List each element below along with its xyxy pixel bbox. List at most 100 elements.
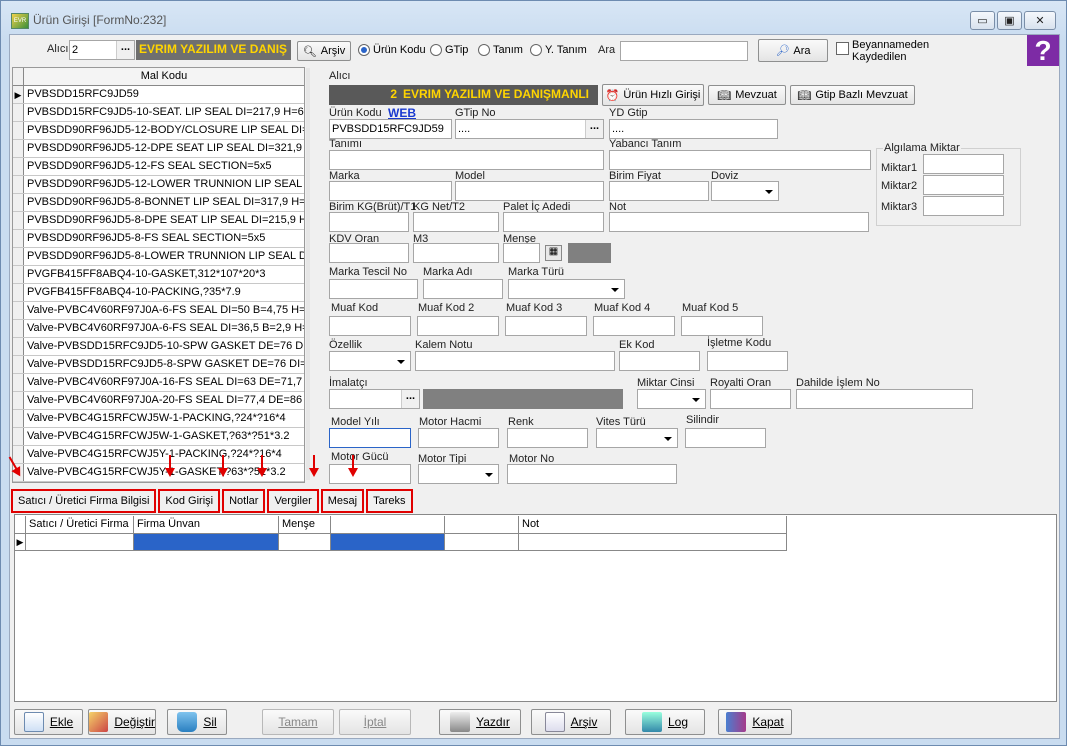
grid-cell-mal-kodu[interactable]: PVBSDD90RF96JD5-12-LOWER TRUNNION LIP SE… [24,176,304,193]
arsiv-top-button[interactable]: 🔍︎ Arşiv [297,41,351,61]
subgrid-header-mense[interactable]: Menşe [279,516,331,534]
vites-select[interactable] [596,428,678,448]
tab-satici-uretici[interactable]: Satıcı / Üretici Firma Bilgisi [11,489,157,513]
mense-input[interactable] [503,243,540,263]
grid-cell-mal-kodu[interactable]: Valve-PVBC4G15RFCWJ5W-1-GASKET,?63*?51*3… [24,428,304,445]
grid-cell-mal-kodu[interactable]: PVBSDD15RFC9JD5-10-SEAT. LIP SEAL DI=217… [24,104,304,121]
maximize-button[interactable]: ▣ [997,11,1022,30]
birim-kg-input[interactable] [329,212,409,232]
grid-cell-mal-kodu[interactable]: PVGFB415FF8ABQ4-10-GASKET,312*107*20*3 [24,266,304,283]
muaf-kod5-input[interactable] [681,316,763,336]
grid-row[interactable]: Valve-PVBC4V60RF97J0A-16-FS SEAL DI=63 D… [13,374,304,392]
subgrid-header-col4[interactable] [331,516,445,534]
subgrid-header-col5[interactable] [445,516,519,534]
grid-scrollbar[interactable] [306,68,310,480]
yd-gtip-input[interactable]: .... [609,119,778,139]
grid-cell-mal-kodu[interactable]: Valve-PVBC4G15RFCWJ5W-1-PACKING,?24*?16*… [24,410,304,427]
grid-row[interactable]: PVBSDD90RF96JD5-8-LOWER TRUNNION LIP SEA… [13,248,304,266]
grid-row[interactable]: Valve-PVBC4V60RF97J0A-6-FS SEAL DI=36,5 … [13,320,304,338]
tab-kod-girisi[interactable]: Kod Girişi [158,489,221,513]
tanimi-input[interactable] [329,150,604,170]
motor-hacmi-input[interactable] [418,428,499,448]
grid-row[interactable]: ▶ PVBSDD15RFC9JD59 [13,86,304,104]
grid-row[interactable]: PVBSDD90RF96JD5-12-FS SEAL SECTION=5x5 [13,158,304,176]
subgrid-cell[interactable] [26,534,134,551]
subgrid-header-firma-unvan[interactable]: Firma Ünvan [134,516,279,534]
subgrid-header-not[interactable]: Not [519,516,787,534]
birim-fiyat-input[interactable] [609,181,709,201]
tab-notlar[interactable]: Notlar [222,489,266,513]
grid-row[interactable]: Valve-PVBC4V60RF97J0A-20-FS SEAL DI=77,4… [13,392,304,410]
miktar3-input[interactable] [923,196,1004,216]
grid-row[interactable]: Valve-PVBC4G15RFCWJ5W-1-PACKING,?24*?16*… [13,410,304,428]
urun-kodu-input[interactable]: PVBSDD15RFC9JD59 [329,119,452,139]
ozellik-select[interactable] [329,351,411,371]
motor-tipi-select[interactable] [418,464,499,484]
grid-row[interactable]: PVBSDD90RF96JD5-8-BONNET LIP SEAL DI=317… [13,194,304,212]
subgrid-cell-selected[interactable] [134,534,279,551]
muaf-kod4-input[interactable] [593,316,675,336]
grid-cell-mal-kodu[interactable]: Valve-PVBSDD15RFC9JD5-10-SPW GASKET DE=7… [24,338,304,355]
muaf-kod2-input[interactable] [417,316,499,336]
kdv-input[interactable] [329,243,409,263]
dahilde-input[interactable] [796,389,973,409]
kapat-button[interactable]: Kapat [718,709,792,735]
ek-kod-input[interactable] [619,351,700,371]
grid-row[interactable]: PVBSDD90RF96JD5-12-BODY/CLOSURE LIP SEAL… [13,122,304,140]
grid-cell-mal-kodu[interactable]: PVBSDD90RF96JD5-8-BONNET LIP SEAL DI=317… [24,194,304,211]
grid-row[interactable]: PVGFB415FF8ABQ4-10-PACKING,?35*7.9 [13,284,304,302]
renk-input[interactable] [507,428,588,448]
tamam-button[interactable]: Tamam [262,709,334,735]
grid-cell-mal-kodu[interactable]: Valve-PVBC4V60RF97J0A-16-FS SEAL DI=63 D… [24,374,304,391]
grid-row[interactable]: PVBSDD90RF96JD5-8-DPE SEAT LIP SEAL DI=2… [13,212,304,230]
grid-row[interactable]: Valve-PVBC4V60RF97J0A-6-FS SEAL DI=50 B=… [13,302,304,320]
urun-hizli-girisi-button[interactable]: ⏰ Ürün Hızlı Girişi [602,84,704,106]
tab-vergiler[interactable]: Vergiler [267,489,319,513]
subgrid-cell-selected[interactable] [331,534,445,551]
search-input[interactable] [620,41,748,61]
yabanci-tanim-input[interactable] [609,150,871,170]
kalem-notu-input[interactable] [415,351,615,371]
yazdir-button[interactable]: Yazdır [439,709,521,735]
miktar2-input[interactable] [923,175,1004,195]
subgrid-cell[interactable] [519,534,787,551]
miktar1-input[interactable] [923,154,1004,174]
silindir-input[interactable] [685,428,766,448]
grid-row[interactable]: PVBSDD90RF96JD5-8-FS SEAL SECTION=5x5 [13,230,304,248]
calendar-icon[interactable]: ▦ [545,245,562,261]
subgrid-cell[interactable] [445,534,519,551]
minimize-button[interactable]: ▭ [970,11,995,30]
model-yili-input[interactable] [329,428,411,448]
marka-input[interactable] [329,181,452,201]
muaf-kod-input[interactable] [329,316,411,336]
grid-cell-mal-kodu[interactable]: PVBSDD90RF96JD5-8-LOWER TRUNNION LIP SEA… [24,248,304,265]
radio-tanim[interactable]: Tanım [478,44,523,56]
close-button[interactable]: ✕ [1024,11,1056,30]
kg-net-input[interactable] [413,212,499,232]
grid-cell-mal-kodu[interactable]: PVBSDD90RF96JD5-8-DPE SEAT LIP SEAL DI=2… [24,212,304,229]
palet-input[interactable] [503,212,604,232]
sil-button[interactable]: Sil [167,709,227,735]
mevzuat-button[interactable]: 📖︎ Mevzuat [708,85,786,105]
miktar-cinsi-select[interactable] [637,389,706,409]
radio-urun-kodu[interactable]: Ürün Kodu [358,44,426,56]
tab-mesaj[interactable]: Mesaj [320,489,365,513]
grid-cell-mal-kodu[interactable]: PVBSDD90RF96JD5-12-FS SEAL SECTION=5x5 [24,158,304,175]
model-input[interactable] [455,181,604,201]
grid-cell-mal-kodu[interactable]: PVBSDD15RFC9JD59 [24,86,304,103]
grid-cell-mal-kodu[interactable]: PVGFB415FF8ABQ4-10-PACKING,?35*7.9 [24,284,304,301]
gtip-bazli-mevzuat-button[interactable]: 📖︎ Gtip Bazlı Mevzuat [790,85,915,105]
alici-lookup-button[interactable]: ... [116,41,134,59]
grid-cell-mal-kodu[interactable]: Valve-PVBC4V60RF97J0A-6-FS SEAL DI=50 B=… [24,302,304,319]
arsiv-button[interactable]: Arşiv [531,709,611,735]
grid-cell-mal-kodu[interactable]: PVBSDD90RF96JD5-12-DPE SEAT LIP SEAL DI=… [24,140,304,157]
grid-cell-mal-kodu[interactable]: PVBSDD90RF96JD5-8-FS SEAL SECTION=5x5 [24,230,304,247]
grid-header-mal-kodu[interactable]: Mal Kodu [24,68,304,85]
not-input[interactable] [609,212,869,232]
motor-gucu-input[interactable] [329,464,411,484]
gtip-input[interactable]: .... [455,119,604,139]
grid-cell-mal-kodu[interactable]: Valve-PVBC4V60RF97J0A-20-FS SEAL DI=77,4… [24,392,304,409]
web-link[interactable]: WEB [388,106,416,120]
gtip-lookup-button[interactable]: ... [585,120,603,138]
grid-row[interactable]: PVBSDD90RF96JD5-12-DPE SEAT LIP SEAL DI=… [13,140,304,158]
